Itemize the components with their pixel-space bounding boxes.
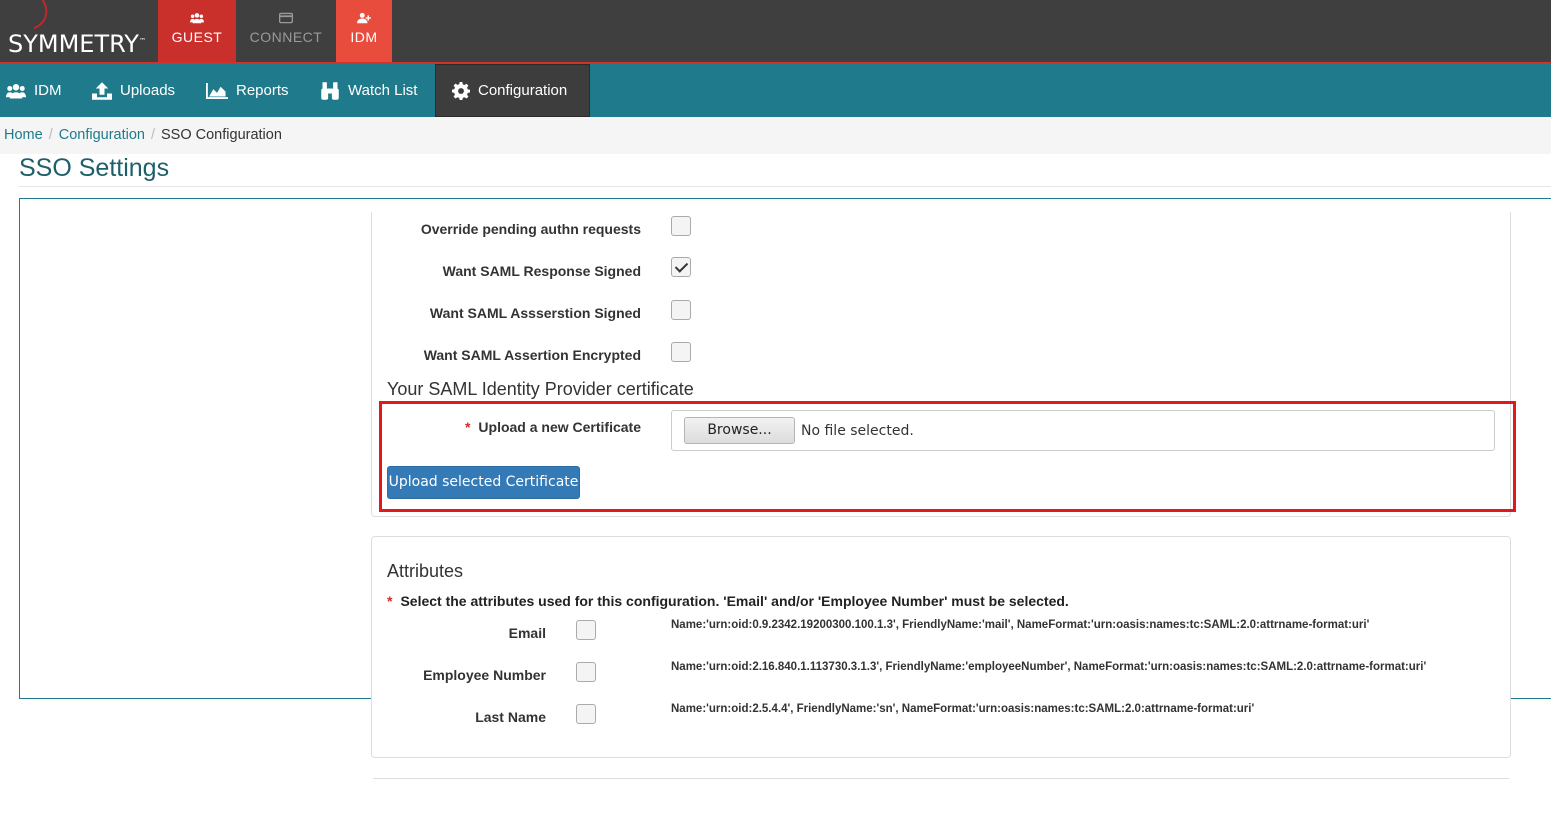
breadcrumb: Home / Configuration / SSO Configuration <box>0 117 1551 154</box>
checkbox-attribute-employee-number[interactable] <box>576 662 596 682</box>
sub-nav-reports[interactable]: Reports <box>206 64 289 117</box>
sub-nav-idm[interactable]: IDM <box>6 64 62 117</box>
attribute-desc-last-name: Name:'urn:oid:2.5.4.4', FriendlyName:'sn… <box>671 703 1255 715</box>
brand-name: SYMMETRY <box>8 30 139 58</box>
users-icon <box>190 13 204 24</box>
top-nav-connect-label: CONNECT <box>249 29 323 45</box>
option-label-response-signed: Want SAML Response Signed <box>442 263 641 279</box>
option-label-assertion-encrypted: Want SAML Assertion Encrypted <box>423 347 641 363</box>
top-nav-guest-label: GUEST <box>171 29 223 45</box>
sub-nav-configuration-label: Configuration <box>478 82 568 99</box>
breadcrumb-separator: / <box>150 127 155 143</box>
breadcrumb-separator: / <box>48 127 53 143</box>
checkbox-attribute-email[interactable] <box>576 620 596 640</box>
user-plus-icon <box>357 12 371 24</box>
breadcrumb-home[interactable]: Home <box>4 127 43 143</box>
sub-nav-reports-label: Reports <box>236 82 289 99</box>
attribute-label-email: Email <box>508 625 546 641</box>
users-icon <box>6 83 26 98</box>
checkbox-override-pending[interactable] <box>671 216 691 236</box>
breadcrumb-current: SSO Configuration <box>161 127 282 143</box>
sub-nav-bar: IDM Uploads Reports Watch List Configura… <box>0 64 1551 117</box>
certificate-file-input[interactable]: Browse... No file selected. <box>671 410 1495 451</box>
top-nav-idm[interactable]: IDM <box>336 0 392 62</box>
title-divider <box>19 186 1551 187</box>
gear-icon <box>452 81 470 100</box>
card-icon <box>279 12 293 24</box>
attribute-desc-employee-number: Name:'urn:oid:2.16.840.1.113730.3.1.3', … <box>671 661 1427 673</box>
option-label-assertion-signed: Want SAML Assserstion Signed <box>429 305 641 321</box>
attributes-heading: Attributes <box>387 561 464 581</box>
browse-button[interactable]: Browse... <box>684 417 795 444</box>
page-title: SSO Settings <box>19 154 170 182</box>
sub-nav-uploads[interactable]: Uploads <box>92 64 175 117</box>
sub-nav-watch-list-label: Watch List <box>348 82 418 99</box>
brand-tm: ™ <box>138 37 146 45</box>
sub-nav-idm-label: IDM <box>34 82 62 99</box>
area-chart-icon <box>206 82 228 99</box>
required-mark: * <box>387 593 393 609</box>
top-nav-guest[interactable]: GUEST <box>158 0 236 62</box>
sub-nav-uploads-label: Uploads <box>120 82 176 99</box>
attribute-label-employee-number: Employee Number <box>423 667 546 683</box>
attribute-label-last-name: Last Name <box>475 709 546 725</box>
sub-nav-configuration[interactable]: Configuration <box>435 64 590 117</box>
upload-certificate-label: * Upload a new Certificate <box>380 419 641 435</box>
checkbox-attribute-last-name[interactable] <box>576 704 596 724</box>
no-file-text: No file selected. <box>801 423 914 439</box>
top-bar: SYMMETRY™ GUEST CONNECT IDM <box>0 0 1551 64</box>
certificate-heading: Your SAML Identity Provider certificate <box>387 379 694 399</box>
attribute-desc-email: Name:'urn:oid:0.9.2342.19200300.100.1.3'… <box>671 619 1370 631</box>
attributes-instruction-text: Select the attributes used for this conf… <box>400 593 1069 609</box>
attributes-instruction: * Select the attributes used for this con… <box>387 593 1069 609</box>
upload-icon <box>92 81 112 100</box>
bottom-divider <box>373 778 1509 779</box>
breadcrumb-configuration[interactable]: Configuration <box>59 127 145 143</box>
checkbox-assertion-encrypted[interactable] <box>671 342 691 362</box>
binoculars-icon <box>321 81 339 100</box>
symmetry-logo[interactable]: SYMMETRY™ <box>0 0 158 62</box>
sub-nav-watch-list[interactable]: Watch List <box>320 64 417 117</box>
required-mark: * <box>464 419 471 435</box>
top-nav-connect[interactable]: CONNECT <box>236 0 336 62</box>
checkbox-response-signed[interactable] <box>671 257 691 277</box>
upload-certificate-button[interactable]: Upload selected Certificate <box>387 466 580 499</box>
upload-certificate-text: Upload a new Certificate <box>478 419 641 435</box>
option-label-override-pending: Override pending authn requests <box>420 221 641 237</box>
checkbox-assertion-signed[interactable] <box>671 300 691 320</box>
top-nav-idm-label: IDM <box>350 29 378 45</box>
